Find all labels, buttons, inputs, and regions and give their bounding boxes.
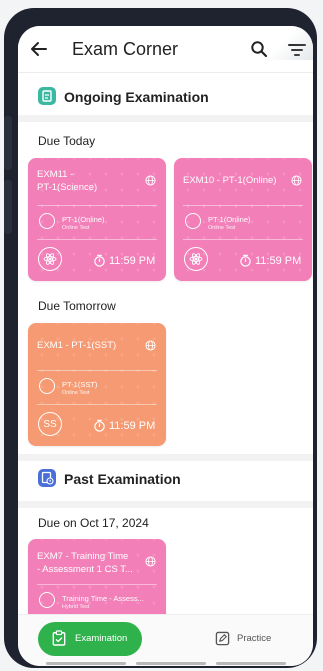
side-button [4,116,12,170]
science-icon [38,247,62,271]
home-indicator [46,662,126,665]
due-label: Due Today [38,134,96,148]
test-icon [39,213,55,229]
globe-icon [145,175,156,186]
globe-icon [145,340,156,351]
exam-code: EXM1 - PT-1(SST) [37,340,117,351]
test-icon [185,213,201,229]
clipboard-icon [52,630,66,646]
phone-frame: Exam Corner Ongoing Examination Due Toda… [4,8,317,668]
timer-icon [94,254,105,267]
due-label: Due Tomorrow [38,299,116,313]
card-divider [37,584,157,585]
ongoing-section-header: Ongoing Examination [18,73,313,113]
exam-card[interactable]: EXM11 - PT-1(Science) PT-1(Online) Onlin… [28,158,166,281]
exam-code: EXM11 - [37,169,74,180]
card-divider [37,370,157,371]
past-section-header: Past Examination [18,461,313,501]
globe-icon [291,175,302,186]
exam-card[interactable]: EXM10 - PT-1(Online) PT-1(Online) Online… [174,158,312,281]
edit-icon [215,631,230,646]
nav-examination[interactable]: Examination [38,622,142,656]
top-app-bar: Exam Corner [18,26,313,73]
test-icon [39,592,55,608]
due-label: Due on Oct 17, 2024 [38,516,149,530]
exam-code: EXM7 - Training Time [37,551,129,562]
back-arrow-icon[interactable] [28,38,50,60]
exam-type: Hybrid Test [62,604,90,610]
card-divider [37,205,157,206]
home-indicator [136,662,206,665]
ongoing-section-title: Ongoing Examination [64,89,209,105]
divider [18,454,313,461]
exam-code-line2: - Assessment 1 CS T... [37,564,133,575]
side-button [4,180,12,234]
bottom-navigation: Examination Practice [18,614,313,666]
exam-subject: PT-1(Online) [62,215,105,224]
past-section-title: Past Examination [64,471,181,487]
due-time: 11:59 PM [109,420,156,432]
exam-code-line2: PT-1(Science) [37,182,98,193]
app-screen: Exam Corner Ongoing Examination Due Toda… [18,26,313,666]
card-divider [37,239,157,240]
due-time: 11:59 PM [255,255,302,267]
due-time: 11:59 PM [109,255,156,267]
ongoing-exam-icon [38,87,56,105]
divider [18,115,313,122]
exam-code: EXM10 - PT-1(Online) [183,175,277,186]
divider [18,501,313,508]
subject-badge: SS [38,412,62,436]
exam-subject: PT-1(Online) [208,215,251,224]
card-divider [37,404,157,405]
card-divider [183,239,303,240]
nav-practice-label: Practice [237,633,272,644]
home-indicator [216,662,286,665]
nav-examination-label: Examination [75,633,128,644]
timer-icon [240,254,251,267]
status-corner-shade [265,26,313,60]
nav-practice[interactable]: Practice [212,622,292,656]
exam-type: Online Test [62,225,90,231]
exam-subject: Training Time - Assess... [62,594,144,603]
test-icon [39,378,55,394]
exam-type: Online Test [62,390,90,396]
exam-subject: PT-1(SST) [62,380,98,389]
exam-card[interactable]: EXM1 - PT-1(SST) PT-1(SST) Online Test S… [28,323,166,446]
globe-icon [145,556,156,567]
past-exam-icon [38,469,56,487]
timer-icon [94,419,105,432]
card-divider [183,205,303,206]
exam-type: Online Test [208,225,236,231]
science-icon [184,247,208,271]
page-title: Exam Corner [72,39,179,59]
